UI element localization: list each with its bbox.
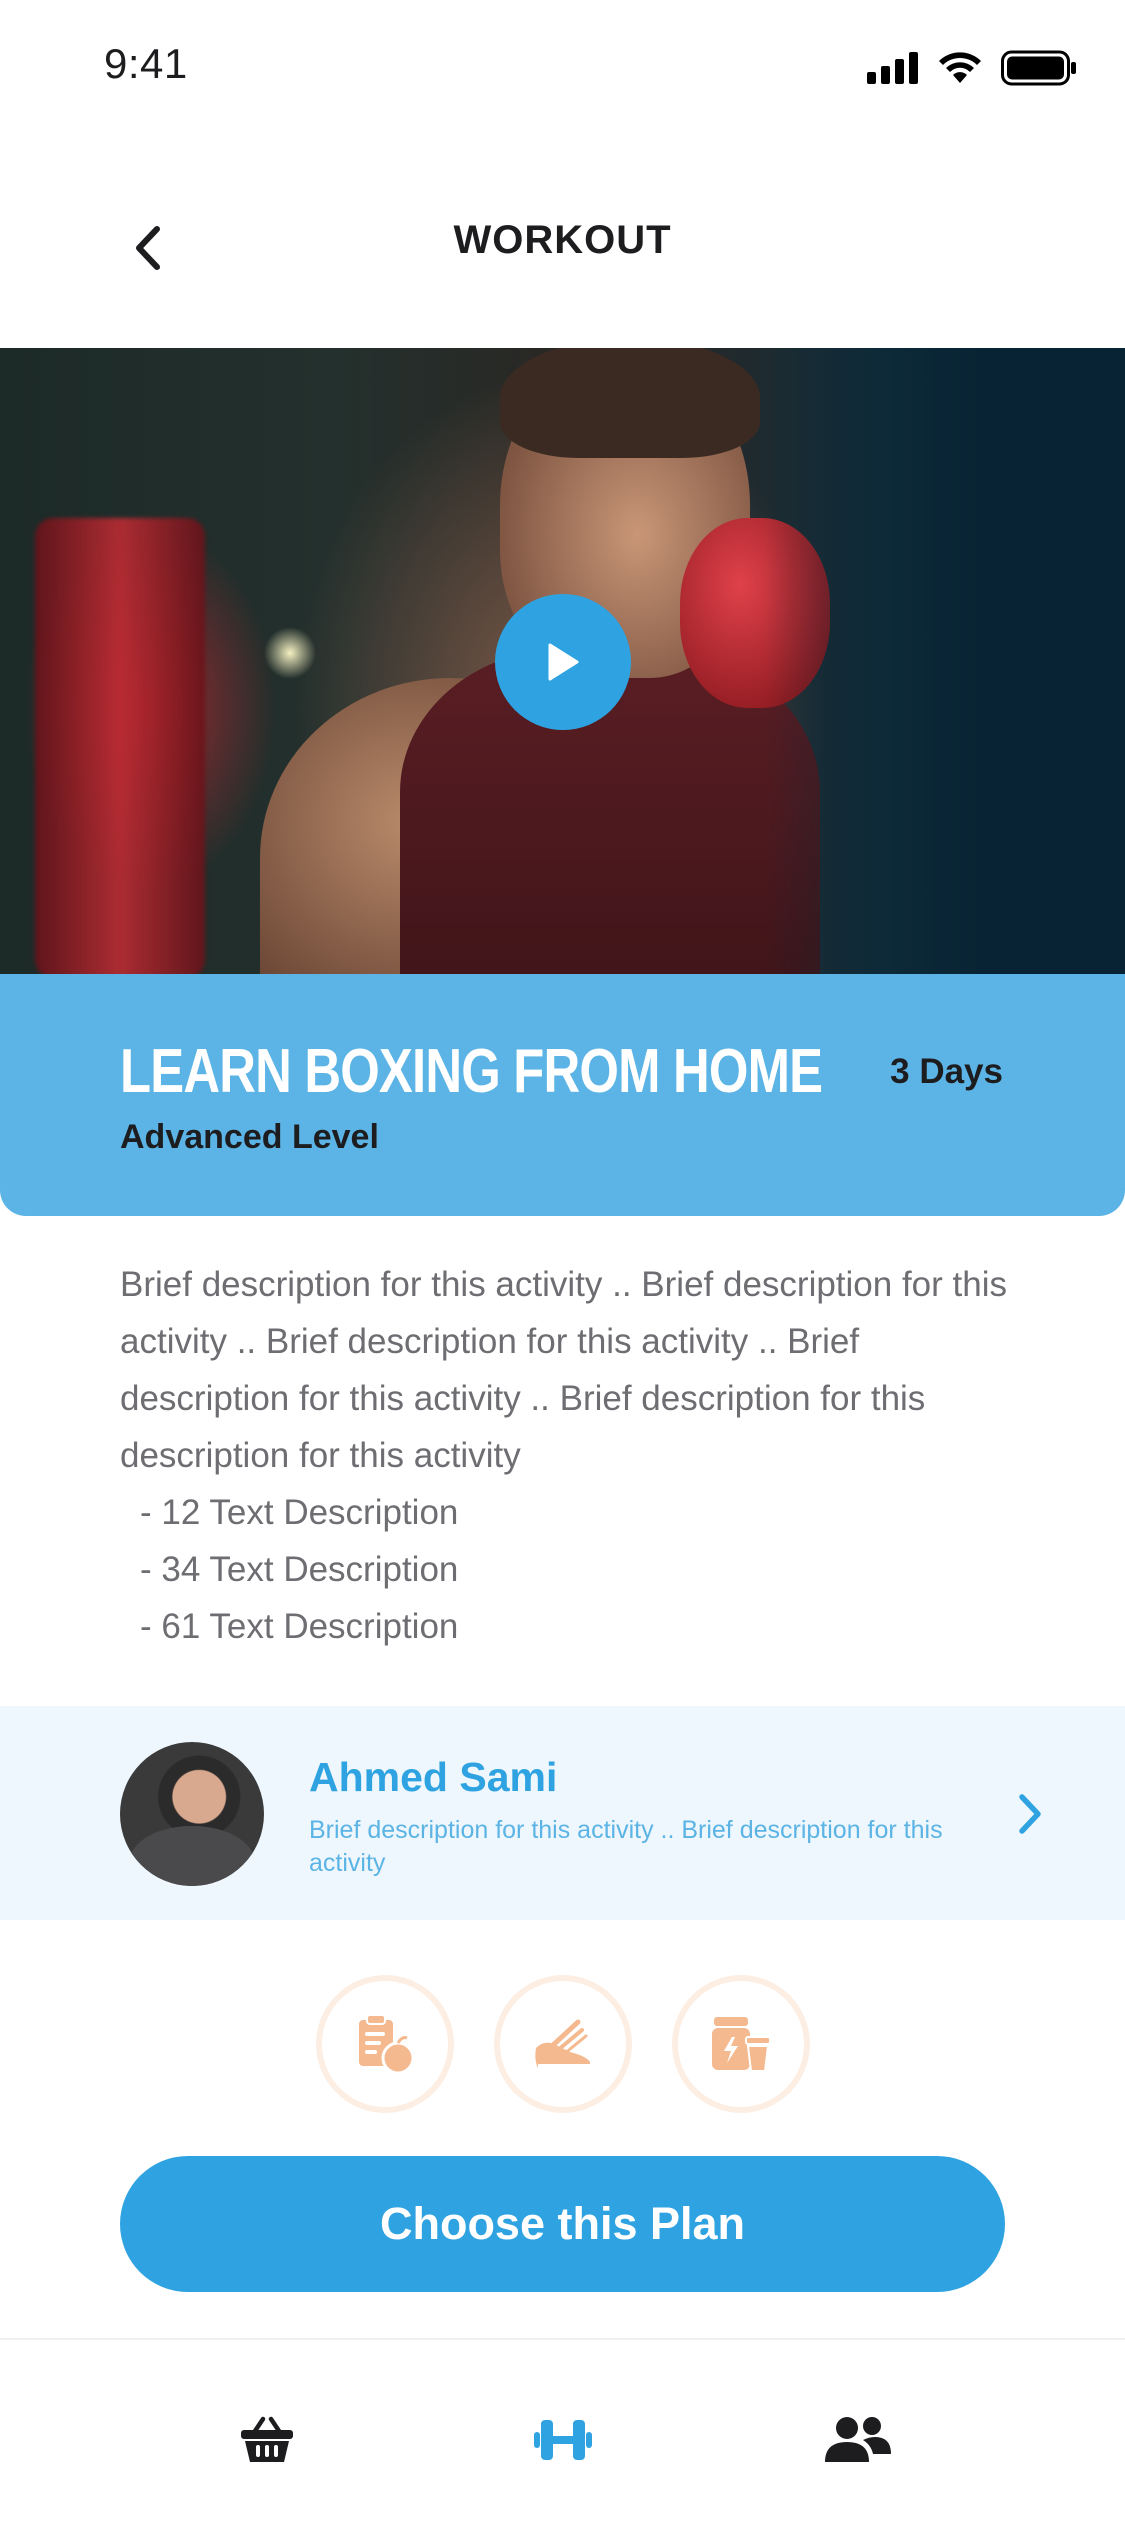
tab-shop[interactable] — [222, 2400, 312, 2480]
wifi-icon — [939, 52, 981, 83]
punching-bag — [35, 518, 205, 976]
program-title: LEARN BOXING FROM HOME — [120, 1037, 823, 1106]
description-item: - 61 Text Description — [140, 1607, 459, 1646]
tab-community[interactable] — [813, 2400, 903, 2480]
play-icon — [548, 643, 579, 681]
program-duration: 3 Days — [890, 1052, 1003, 1091]
dumbbell-icon — [534, 2420, 592, 2460]
description-item: - 12 Text Description — [140, 1493, 459, 1532]
play-button[interactable] — [495, 594, 631, 730]
battery-icon — [1001, 50, 1076, 86]
avatar-shirt — [130, 1826, 254, 1886]
program-description: Brief description for this activity .. B… — [120, 1256, 1020, 1655]
nutrition-plan-icon — [358, 2014, 414, 2075]
bottom-tab-bar — [0, 2338, 1125, 2529]
choose-plan-button[interactable]: Choose this Plan — [120, 2156, 1005, 2292]
status-bar: 9:41 — [0, 0, 1125, 140]
hero-shade — [765, 348, 1125, 976]
coach-open-button[interactable] — [1005, 1786, 1055, 1842]
feature-nutrition[interactable] — [315, 1975, 454, 2113]
description-item: - 34 Text Description — [140, 1550, 459, 1589]
supplements-icon — [711, 2017, 771, 2072]
chevron-right-icon — [1019, 1794, 1041, 1834]
program-summary-band: LEARN BOXING FROM HOME 3 Days Advanced L… — [0, 974, 1125, 1216]
page-title: WORKOUT — [453, 218, 672, 262]
status-icons — [867, 50, 1077, 86]
feature-icons — [0, 1975, 1125, 2113]
basket-icon — [241, 2416, 293, 2462]
hero-video-thumbnail[interactable] — [0, 348, 1125, 976]
status-time: 9:41 — [104, 40, 188, 87]
coach-name: Ahmed Sami — [309, 1754, 558, 1800]
community-icon — [825, 2417, 891, 2462]
feature-supplements[interactable] — [671, 1975, 810, 2113]
boxer-hair — [500, 348, 760, 458]
coach-bio: Brief description for this activity .. B… — [309, 1816, 943, 1877]
coach-avatar — [120, 1742, 264, 1886]
nav-header: WORKOUT — [0, 140, 1125, 348]
coach-card[interactable]: Ahmed Sami Brief description for this ac… — [0, 1706, 1125, 1920]
cellular-signal-icon — [867, 52, 918, 84]
program-level: Advanced Level — [120, 1118, 379, 1156]
feature-cardio[interactable] — [493, 1975, 632, 2113]
description-list: - 12 Text Description - 34 Text Descript… — [120, 1484, 1020, 1655]
description-text: Brief description for this activity .. B… — [120, 1265, 1007, 1475]
tab-workout[interactable] — [518, 2400, 608, 2480]
running-shoe-icon — [534, 2019, 590, 2068]
